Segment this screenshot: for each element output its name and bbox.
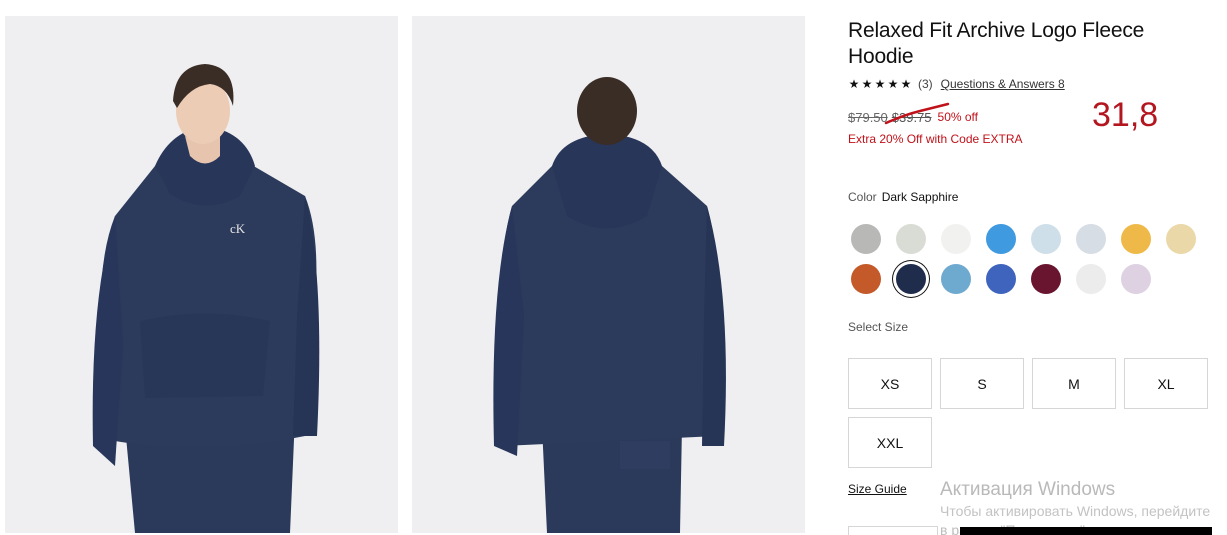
product-image-front[interactable]: cK bbox=[5, 16, 398, 533]
rating-count[interactable]: (3) bbox=[918, 77, 933, 91]
selected-color-name: Dark Sapphire bbox=[881, 190, 959, 204]
rating-row: ★ ★ ★ ★ ★ (3) Questions & Answers 8 bbox=[848, 76, 1065, 92]
color-swatch-yellow[interactable] bbox=[1121, 224, 1151, 254]
color-swatch-sky-blue[interactable] bbox=[941, 264, 971, 294]
front-model-illustration: cK bbox=[92, 64, 320, 533]
product-title: Relaxed Fit Archive Logo Fleece Hoodie bbox=[848, 19, 1145, 68]
color-swatch-royal-blue[interactable] bbox=[986, 264, 1016, 294]
star-rating[interactable]: ★ ★ ★ ★ ★ bbox=[848, 77, 912, 91]
color-swatch-pale-grey-blue[interactable] bbox=[1076, 224, 1106, 254]
color-swatch-blue[interactable] bbox=[986, 224, 1016, 254]
svg-text:cK: cK bbox=[230, 221, 246, 236]
size-button-xl[interactable]: XL bbox=[1124, 358, 1208, 409]
color-swatches bbox=[851, 224, 1211, 294]
color-swatch-dark-sapphire[interactable] bbox=[896, 264, 926, 294]
original-price: $79.50 bbox=[848, 109, 888, 125]
color-swatch-off-white[interactable] bbox=[1076, 264, 1106, 294]
color-swatch-light-blue[interactable] bbox=[1031, 224, 1061, 254]
color-swatch-burnt-orange[interactable] bbox=[851, 264, 881, 294]
add-to-bag-button-partial[interactable] bbox=[848, 526, 938, 535]
size-button-xs[interactable]: XS bbox=[848, 358, 932, 409]
size-button-xxl[interactable]: XXL bbox=[848, 417, 932, 468]
size-options: XS S M XL XXL bbox=[848, 358, 1227, 468]
screen-edge-bar bbox=[960, 527, 1212, 535]
color-label: Color Dark Sapphire bbox=[848, 190, 958, 204]
questions-answers-link[interactable]: Questions & Answers 8 bbox=[941, 77, 1065, 91]
color-swatch-burgundy[interactable] bbox=[1031, 264, 1061, 294]
handwritten-annotation: 31,8 bbox=[1092, 96, 1159, 134]
product-info-panel: Relaxed Fit Archive Logo Fleece Hoodie ★… bbox=[848, 0, 1227, 535]
star-icon: ★ bbox=[900, 77, 912, 91]
star-icon: ★ bbox=[874, 77, 886, 91]
color-swatch-white[interactable] bbox=[941, 224, 971, 254]
back-model-illustration bbox=[493, 77, 726, 533]
size-guide-link[interactable]: Size Guide bbox=[848, 482, 907, 496]
size-button-m[interactable]: M bbox=[1032, 358, 1116, 409]
color-label-text: Color bbox=[848, 190, 877, 204]
windows-activation-line1: Чтобы активировать Windows, перейдите bbox=[940, 503, 1211, 519]
color-swatch-light-grey[interactable] bbox=[896, 224, 926, 254]
star-icon: ★ bbox=[848, 77, 860, 91]
promo-text: Extra 20% Off with Code EXTRA bbox=[848, 132, 1023, 146]
color-swatch-cream[interactable] bbox=[1166, 224, 1196, 254]
windows-activation-title: Активация Windows bbox=[940, 479, 1116, 500]
handwritten-strike-mark bbox=[884, 102, 950, 125]
size-button-s[interactable]: S bbox=[940, 358, 1024, 409]
star-icon: ★ bbox=[887, 77, 899, 91]
color-swatch-heather-grey[interactable] bbox=[851, 224, 881, 254]
color-swatch-lavender[interactable] bbox=[1121, 264, 1151, 294]
product-image-back[interactable] bbox=[412, 16, 805, 533]
select-size-label: Select Size bbox=[848, 320, 909, 334]
star-icon: ★ bbox=[861, 77, 873, 91]
